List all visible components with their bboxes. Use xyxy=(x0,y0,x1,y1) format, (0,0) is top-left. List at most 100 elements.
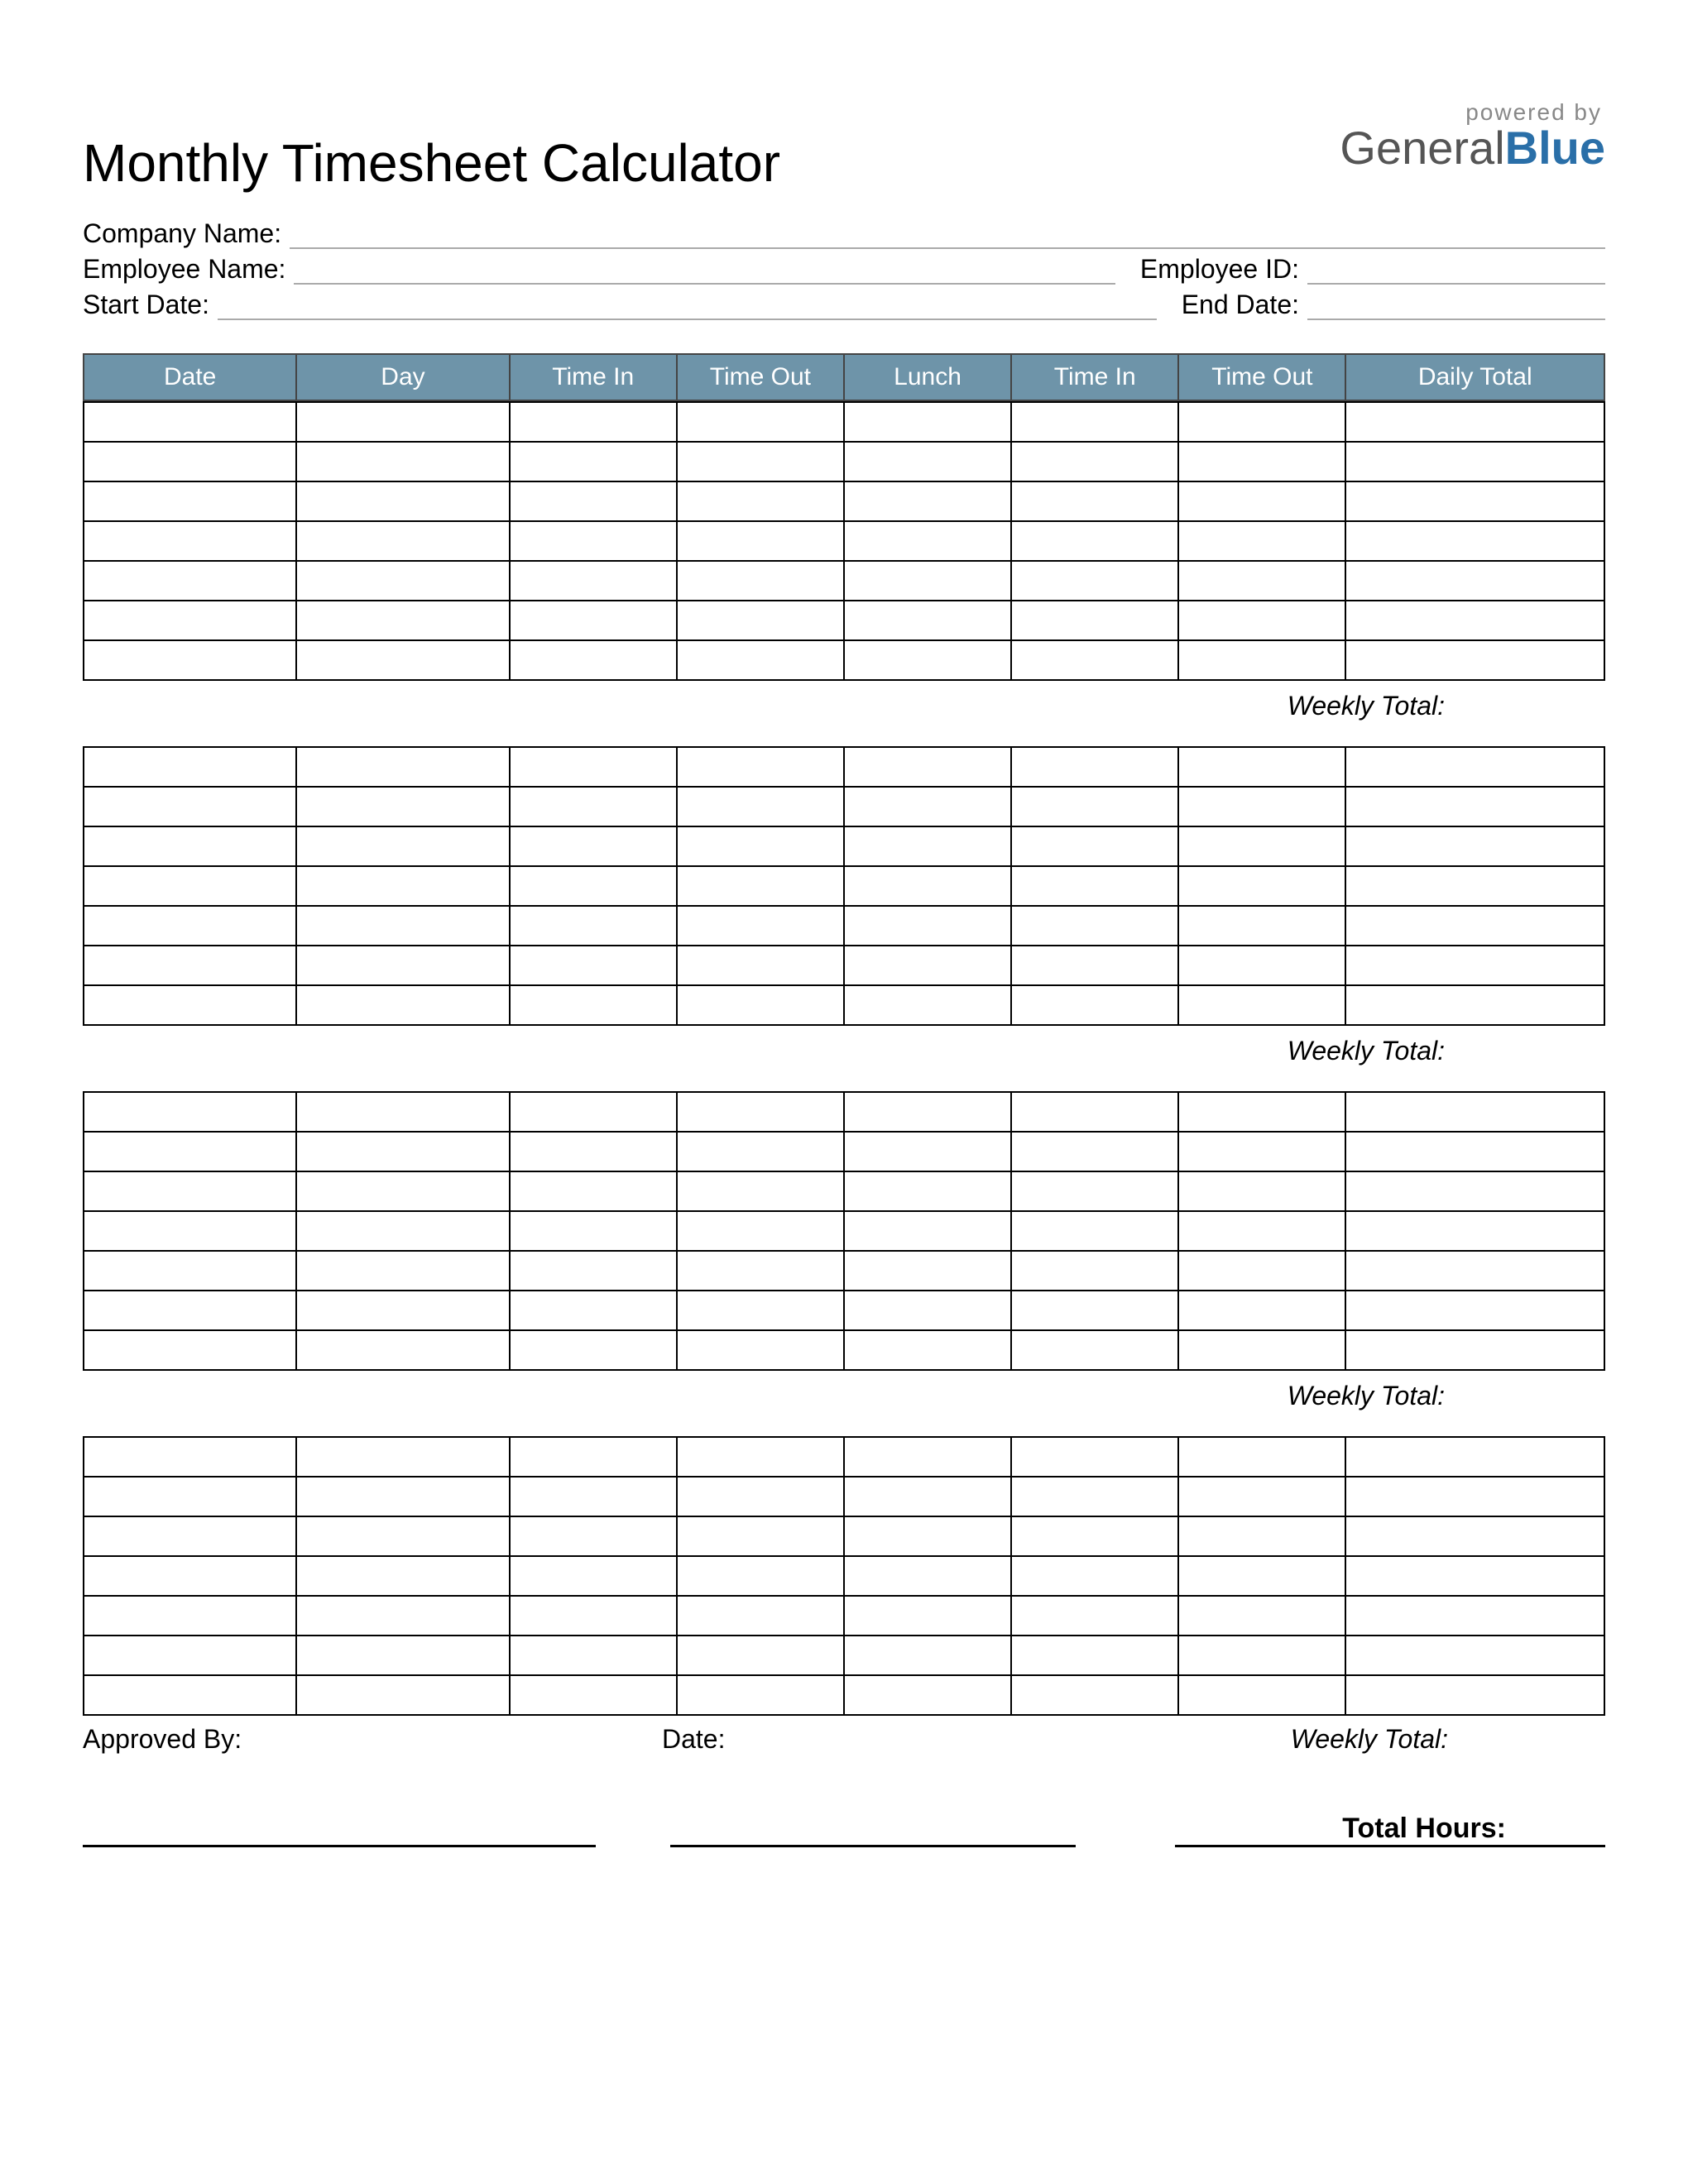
cell[interactable] xyxy=(1011,640,1178,680)
cell[interactable] xyxy=(677,1437,844,1477)
cell[interactable] xyxy=(1345,1092,1604,1132)
cell[interactable] xyxy=(677,1636,844,1675)
company-name-field[interactable] xyxy=(290,221,1605,249)
cell[interactable] xyxy=(510,1251,677,1291)
cell[interactable] xyxy=(677,826,844,866)
cell[interactable] xyxy=(296,561,509,601)
cell[interactable] xyxy=(296,1330,509,1370)
cell[interactable] xyxy=(1011,601,1178,640)
cell[interactable] xyxy=(677,481,844,521)
cell[interactable] xyxy=(296,481,509,521)
cell[interactable] xyxy=(677,442,844,481)
cell[interactable] xyxy=(84,946,296,985)
cell[interactable] xyxy=(1178,640,1345,680)
cell[interactable] xyxy=(510,1132,677,1171)
cell[interactable] xyxy=(1345,601,1604,640)
cell[interactable] xyxy=(84,402,296,442)
cell[interactable] xyxy=(677,1171,844,1211)
cell[interactable] xyxy=(1011,906,1178,946)
cell[interactable] xyxy=(296,906,509,946)
cell[interactable] xyxy=(296,1516,509,1556)
cell[interactable] xyxy=(1011,1251,1178,1291)
cell[interactable] xyxy=(1178,561,1345,601)
cell[interactable] xyxy=(296,1132,509,1171)
cell[interactable] xyxy=(1011,561,1178,601)
cell[interactable] xyxy=(1178,601,1345,640)
cell[interactable] xyxy=(84,826,296,866)
cell[interactable] xyxy=(844,442,1011,481)
cell[interactable] xyxy=(296,1211,509,1251)
cell[interactable] xyxy=(844,946,1011,985)
cell[interactable] xyxy=(296,1556,509,1596)
cell[interactable] xyxy=(1178,481,1345,521)
cell[interactable] xyxy=(296,601,509,640)
cell[interactable] xyxy=(510,442,677,481)
cell[interactable] xyxy=(844,747,1011,787)
cell[interactable] xyxy=(296,946,509,985)
cell[interactable] xyxy=(844,1291,1011,1330)
cell[interactable] xyxy=(84,747,296,787)
cell[interactable] xyxy=(844,985,1011,1025)
cell[interactable] xyxy=(844,481,1011,521)
cell[interactable] xyxy=(677,985,844,1025)
cell[interactable] xyxy=(1178,1675,1345,1715)
cell[interactable] xyxy=(677,906,844,946)
cell[interactable] xyxy=(677,1211,844,1251)
cell[interactable] xyxy=(844,1092,1011,1132)
cell[interactable] xyxy=(510,1211,677,1251)
cell[interactable] xyxy=(510,1291,677,1330)
cell[interactable] xyxy=(677,1092,844,1132)
cell[interactable] xyxy=(510,1437,677,1477)
cell[interactable] xyxy=(1011,1596,1178,1636)
cell[interactable] xyxy=(844,640,1011,680)
cell[interactable] xyxy=(1345,787,1604,826)
cell[interactable] xyxy=(1011,1556,1178,1596)
cell[interactable] xyxy=(677,866,844,906)
employee-name-field[interactable] xyxy=(294,256,1115,285)
cell[interactable] xyxy=(1345,985,1604,1025)
cell[interactable] xyxy=(84,1437,296,1477)
cell[interactable] xyxy=(1011,985,1178,1025)
cell[interactable] xyxy=(1178,787,1345,826)
cell[interactable] xyxy=(677,1596,844,1636)
cell[interactable] xyxy=(296,1596,509,1636)
start-date-field[interactable] xyxy=(218,292,1157,320)
cell[interactable] xyxy=(1345,1437,1604,1477)
cell[interactable] xyxy=(296,1437,509,1477)
cell[interactable] xyxy=(1345,1556,1604,1596)
employee-id-field[interactable] xyxy=(1307,256,1605,285)
cell[interactable] xyxy=(84,1556,296,1596)
cell[interactable] xyxy=(1178,747,1345,787)
cell[interactable] xyxy=(1345,747,1604,787)
cell[interactable] xyxy=(1178,1330,1345,1370)
cell[interactable] xyxy=(1345,402,1604,442)
cell[interactable] xyxy=(84,521,296,561)
cell[interactable] xyxy=(844,1437,1011,1477)
cell[interactable] xyxy=(677,747,844,787)
cell[interactable] xyxy=(1011,1477,1178,1516)
cell[interactable] xyxy=(1011,1437,1178,1477)
cell[interactable] xyxy=(844,1636,1011,1675)
cell[interactable] xyxy=(1011,1675,1178,1715)
cell[interactable] xyxy=(677,1556,844,1596)
cell[interactable] xyxy=(84,1171,296,1211)
cell[interactable] xyxy=(1011,1171,1178,1211)
cell[interactable] xyxy=(1178,1477,1345,1516)
cell[interactable] xyxy=(296,521,509,561)
cell[interactable] xyxy=(1178,1516,1345,1556)
cell[interactable] xyxy=(844,1211,1011,1251)
cell[interactable] xyxy=(844,1556,1011,1596)
cell[interactable] xyxy=(844,1675,1011,1715)
cell[interactable] xyxy=(296,1291,509,1330)
cell[interactable] xyxy=(677,402,844,442)
cell[interactable] xyxy=(1011,481,1178,521)
cell[interactable] xyxy=(296,1675,509,1715)
cell[interactable] xyxy=(1011,787,1178,826)
cell[interactable] xyxy=(844,906,1011,946)
cell[interactable] xyxy=(510,747,677,787)
cell[interactable] xyxy=(1345,1516,1604,1556)
cell[interactable] xyxy=(296,747,509,787)
cell[interactable] xyxy=(296,866,509,906)
cell[interactable] xyxy=(84,601,296,640)
cell[interactable] xyxy=(1011,1636,1178,1675)
